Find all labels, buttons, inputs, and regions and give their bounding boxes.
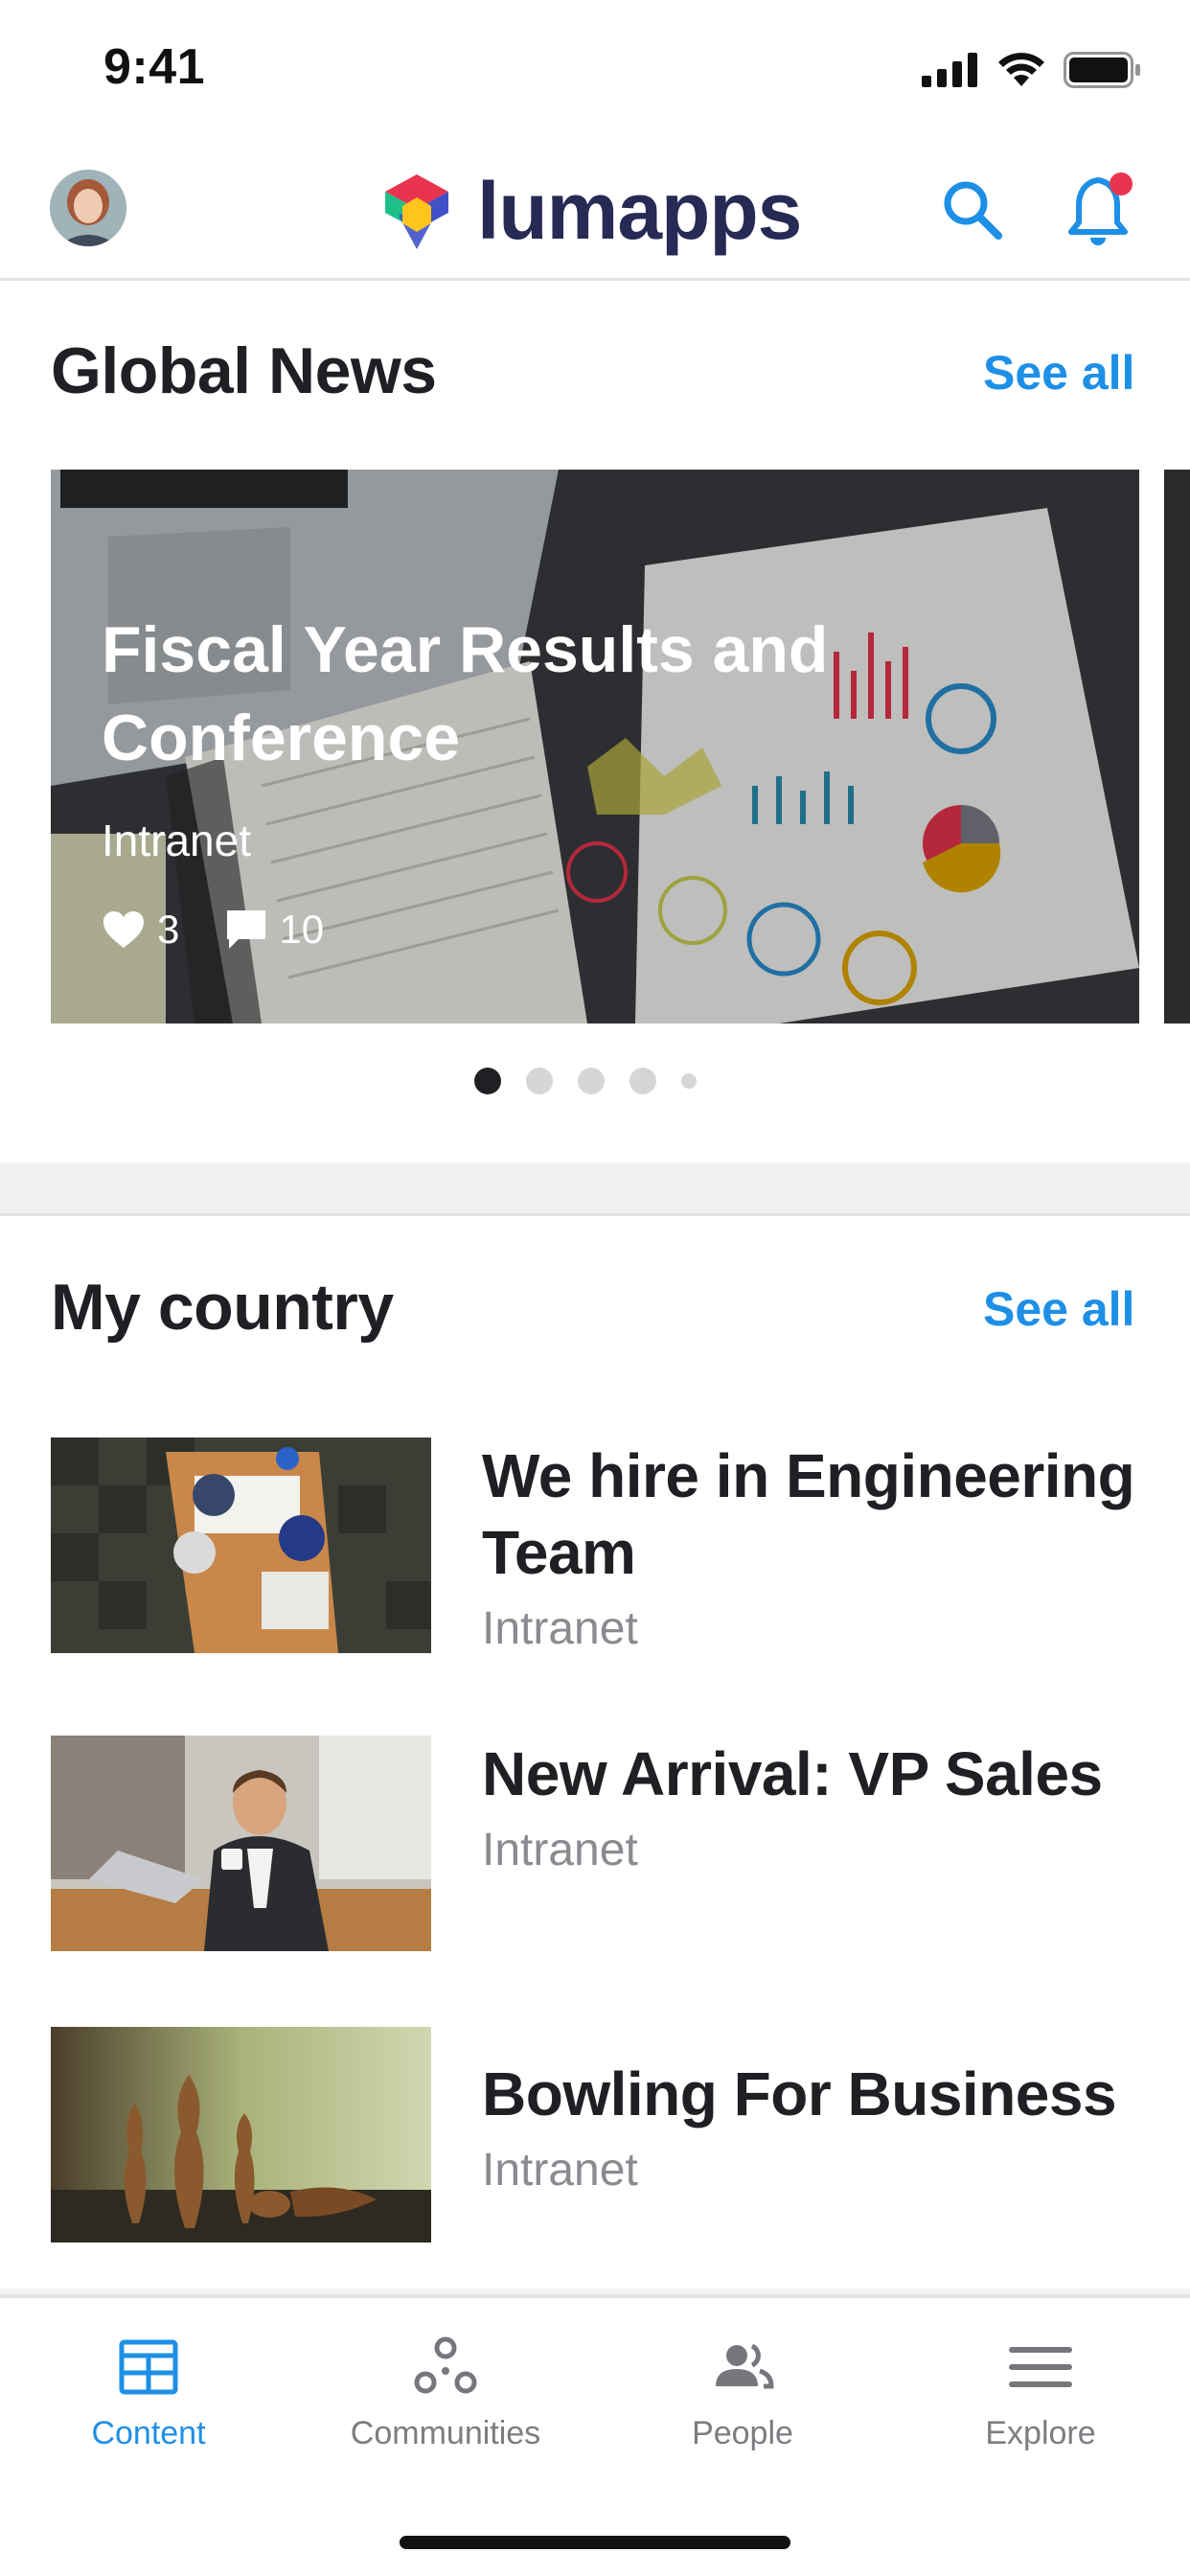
- section-separator: [0, 1162, 1190, 1216]
- list-item[interactable]: New Arrival: VP Sales Intranet: [51, 1736, 1143, 1951]
- brand: lumapps: [376, 165, 802, 258]
- tab-people[interactable]: People: [628, 2333, 858, 2452]
- carousel-dot[interactable]: [629, 1068, 656, 1094]
- meeting-photo: [51, 1438, 431, 1653]
- list-item-title: We hire in Engineering Team: [482, 1441, 1135, 1587]
- featured-news-source: Intranet: [102, 816, 251, 865]
- section-title-my-country: My country: [51, 1271, 394, 1344]
- brand-name: lumapps: [477, 166, 802, 256]
- carousel-dot[interactable]: [681, 1073, 697, 1089]
- notification-badge: [1110, 172, 1133, 196]
- list-item-text: Bowling For Business Intranet: [482, 2056, 1153, 2209]
- list-item-source: Intranet: [482, 1603, 638, 1654]
- bowling-pins-photo: [51, 2027, 431, 2242]
- news-thumbnail: [51, 2027, 431, 2242]
- carousel-dot[interactable]: [526, 1068, 553, 1094]
- notifications-bell-icon[interactable]: [1065, 171, 1138, 247]
- status-icons: [922, 52, 1142, 88]
- likes-count: 3: [157, 907, 180, 952]
- list-item[interactable]: We hire in Engineering Team Intranet: [51, 1438, 1143, 1654]
- wifi-icon: [998, 53, 1044, 86]
- featured-news-title: Fiscal Year Results and Conference: [102, 613, 829, 774]
- list-item-title: New Arrival: VP Sales: [482, 1739, 1103, 1808]
- comments-stat[interactable]: 10: [225, 907, 324, 953]
- list-item[interactable]: Bowling For Business Intranet: [51, 2027, 1143, 2242]
- comment-icon: [227, 910, 266, 949]
- tab-label: People: [692, 2415, 793, 2451]
- tab-label: Explore: [985, 2415, 1096, 2451]
- next-news-card-peek[interactable]: [1164, 470, 1190, 1024]
- news-thumbnail: [51, 1736, 431, 1951]
- status-time: 9:41: [103, 39, 206, 95]
- see-all-global-news-link[interactable]: See all: [983, 345, 1134, 401]
- featured-news-stats: 3 10: [102, 907, 355, 953]
- menu-icon: [1009, 2347, 1072, 2387]
- lumapps-logo-icon: [385, 173, 448, 249]
- avatar[interactable]: [50, 170, 126, 246]
- list-item-text: New Arrival: VP Sales Intranet: [482, 1736, 1153, 1889]
- news-thumbnail: [51, 1438, 431, 1653]
- tab-explore[interactable]: Explore: [926, 2333, 1156, 2452]
- list-item-title: Bowling For Business: [482, 2059, 1117, 2128]
- carousel-dot[interactable]: [474, 1068, 501, 1094]
- businessman-photo: [51, 1736, 431, 1951]
- carousel-dot[interactable]: [578, 1068, 605, 1094]
- tab-communities[interactable]: Communities: [331, 2333, 561, 2452]
- status-bar: 9:41: [0, 0, 1190, 144]
- likes-stat[interactable]: 3: [102, 907, 179, 953]
- list-item-text: We hire in Engineering Team Intranet: [482, 1438, 1153, 1668]
- carousel-pagination: [0, 1068, 1190, 1094]
- battery-icon: [1064, 52, 1140, 88]
- comments-count: 10: [279, 907, 325, 952]
- people-icon: [716, 2343, 774, 2389]
- app-header: lumapps: [0, 144, 1190, 281]
- cellular-signal-icon: [922, 53, 977, 87]
- communities-icon: [414, 2336, 477, 2394]
- tab-label: Communities: [350, 2415, 541, 2451]
- home-indicator[interactable]: [400, 2536, 790, 2549]
- tab-content[interactable]: Content: [34, 2333, 263, 2452]
- featured-news-card[interactable]: Fiscal Year Results and Conference Intra…: [51, 470, 1139, 1024]
- see-all-my-country-link[interactable]: See all: [983, 1281, 1134, 1337]
- heart-icon: [103, 911, 144, 948]
- tab-bar: Content Communities People Explore: [0, 2294, 1190, 2576]
- tab-label: Content: [91, 2415, 206, 2451]
- search-icon[interactable]: [939, 176, 1006, 243]
- list-item-source: Intranet: [482, 2145, 638, 2196]
- list-item-source: Intranet: [482, 1825, 638, 1875]
- section-title-global-news: Global News: [51, 334, 437, 407]
- user-photo: [50, 170, 126, 246]
- content-icon: [119, 2339, 178, 2395]
